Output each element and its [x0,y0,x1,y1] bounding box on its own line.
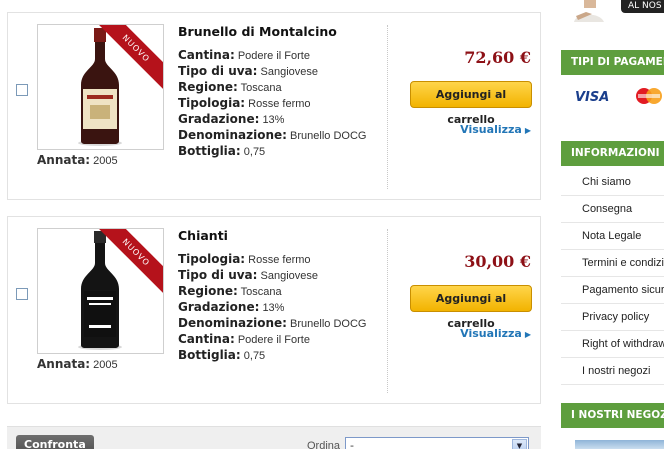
add-to-cart-button[interactable]: Aggiungi al carrello [410,81,532,126]
vintage-value: 2005 [93,359,118,371]
attribute-key: Denominazione: [178,128,287,142]
attribute-row: Cantina: Podere il Forte [178,332,383,348]
product-card: NUOVO Annata: 2005 Brunello di Montalcin… [7,12,541,200]
info-menu: Chi siamo Consegna Nota Legale Termini e… [561,169,664,385]
attribute-row: Tipo di uva: Sangiovese [178,268,383,284]
store-image[interactable] [575,440,664,449]
attribute-value: Brunello DOCG [290,130,367,142]
attribute-value: Podere il Forte [237,50,310,62]
stores-heading: I NOSTRI NEGOZI [561,403,664,428]
chevron-right-icon: ▶ [524,126,531,135]
attribute-row: Regione: Toscana [178,80,383,96]
attribute-value: Brunello DOCG [290,318,367,330]
attribute-row: Regione: Toscana [178,284,383,300]
attribute-key: Cantina: [178,48,235,62]
attribute-row: Tipologia: Rosse fermo [178,96,383,112]
divider [387,25,388,189]
vintage: Annata: 2005 [37,357,118,371]
product-price: 72,60 € [464,48,531,67]
attribute-value: Rosse fermo [248,98,311,110]
vintage-value: 2005 [93,155,118,167]
attribute-key: Tipo di uva: [178,64,258,78]
product-image[interactable]: NUOVO [37,24,164,150]
menu-item-chi-siamo[interactable]: Chi siamo [561,169,664,196]
attribute-value: Toscana [240,286,282,298]
attribute-value: Sangiovese [260,66,319,78]
attribute-row: Denominazione: Brunello DOCG [178,316,383,332]
menu-item-negozi[interactable]: I nostri negozi [561,358,664,385]
attribute-value: Sangiovese [260,270,319,282]
attribute-key: Tipologia: [178,96,246,110]
menu-item-nota-legale[interactable]: Nota Legale [561,223,664,250]
menu-item-consegna[interactable]: Consegna [561,196,664,223]
attribute-key: Denominazione: [178,316,287,330]
sort-select[interactable]: - ▼ [345,437,529,449]
attribute-key: Tipologia: [178,252,246,266]
add-to-cart-button[interactable]: Aggiungi al carrello [410,285,532,330]
attribute-key: Bottiglia: [178,144,241,158]
divider [387,229,388,393]
attribute-key: Gradazione: [178,300,260,314]
attribute-value: Podere il Forte [237,334,310,346]
product-info: Chianti Tipologia: Rosse fermo Tipo di u… [178,228,383,364]
menu-item-withdrawal[interactable]: Right of withdrawal [561,331,664,358]
compare-sort-bar: Confronta Ordina - ▼ [7,426,541,449]
info-heading: INFORMAZIONI [561,141,664,166]
vintage-label: Annata: [37,153,91,167]
attribute-row: Gradazione: 13% [178,112,383,128]
menu-item-privacy[interactable]: Privacy policy [561,304,664,331]
chevron-right-icon: ▶ [524,330,531,339]
view-link-label: Visualizza [460,123,522,136]
attribute-row: Cantina: Podere il Forte [178,48,383,64]
attribute-value: 13% [262,302,285,314]
product-title[interactable]: Brunello di Montalcino [178,24,383,39]
right-sidebar: AL NOS TIPI DI PAGAMENTO VISA INFORMAZIO… [561,0,664,449]
vintage: Annata: 2005 [37,153,118,167]
payment-methods: VISA [561,77,664,117]
payment-heading: TIPI DI PAGAMENTO [561,50,664,75]
attribute-value: Toscana [240,82,282,94]
top-tab[interactable]: AL NOS [621,0,664,13]
mastercard-logo [636,88,662,104]
vintage-label: Annata: [37,357,91,371]
customer-service-image [566,0,612,22]
view-link-label: Visualizza [460,327,522,340]
attribute-value: 0,75 [243,146,266,158]
product-card: NUOVO Annata: 2005 Chianti Tipologia: Ro… [7,216,541,404]
attribute-key: Cantina: [178,332,235,346]
compare-button[interactable]: Confronta [16,435,94,449]
sort-label: Ordina [307,440,341,449]
product-image[interactable]: NUOVO [37,228,164,354]
attribute-row: Tipo di uva: Sangiovese [178,64,383,80]
attribute-row: Tipologia: Rosse fermo [178,252,383,268]
product-price: 30,00 € [464,252,531,271]
visa-logo: VISA [575,90,610,105]
sort-selected-value: - [350,439,354,449]
attribute-row: Bottiglia: 0,75 [178,144,383,160]
menu-item-termini[interactable]: Termini e condizioni [561,250,664,277]
attribute-row: Bottiglia: 0,75 [178,348,383,364]
attribute-value: Rosse fermo [248,254,311,266]
product-info: Brunello di Montalcino Cantina: Podere i… [178,24,383,160]
attribute-key: Gradazione: [178,112,260,126]
attribute-value: 13% [262,114,285,126]
chevron-down-icon[interactable]: ▼ [512,439,527,449]
view-product-link[interactable]: Visualizza ▶ [460,123,531,136]
attribute-key: Regione: [178,80,238,94]
view-product-link[interactable]: Visualizza ▶ [460,327,531,340]
attribute-row: Gradazione: 13% [178,300,383,316]
product-title[interactable]: Chianti [178,228,383,243]
menu-item-pagamento[interactable]: Pagamento sicuro [561,277,664,304]
attribute-row: Denominazione: Brunello DOCG [178,128,383,144]
attribute-key: Tipo di uva: [178,268,258,282]
attribute-key: Bottiglia: [178,348,241,362]
attribute-value: 0,75 [243,350,266,362]
compare-checkbox[interactable] [16,84,28,96]
attribute-key: Regione: [178,284,238,298]
compare-checkbox[interactable] [16,288,28,300]
